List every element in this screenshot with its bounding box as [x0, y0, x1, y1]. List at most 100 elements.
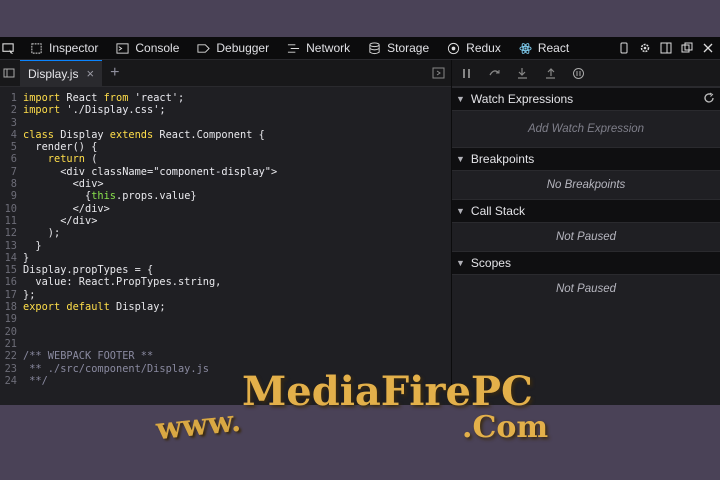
code-token: "component-display": [153, 165, 271, 178]
tab-network[interactable]: Network: [278, 41, 359, 55]
code-token: 'react';: [128, 92, 185, 104]
section-header-watch-expressions[interactable]: ▼ Watch Expressions: [452, 87, 720, 111]
line-number[interactable]: 5: [0, 141, 23, 153]
add-tab-button[interactable]: +: [110, 64, 119, 82]
line-number[interactable]: 11: [0, 215, 23, 227]
tab-label: Debugger: [216, 41, 270, 55]
pause-icon[interactable]: [460, 67, 473, 80]
line-number[interactable]: 15: [0, 264, 23, 276]
code-token: './Display.css';: [60, 104, 166, 117]
section-header-call-stack[interactable]: ▼ Call Stack: [452, 199, 720, 223]
separate-window-icon[interactable]: [681, 42, 693, 54]
section-body: No Breakpoints: [546, 179, 626, 191]
pause-on-exceptions-icon[interactable]: [572, 67, 585, 80]
line-number[interactable]: 21: [0, 338, 23, 350]
line-number[interactable]: 1: [0, 92, 23, 104]
toggle-debug-pane-button[interactable]: [432, 66, 445, 84]
tab-redux[interactable]: Redux: [438, 41, 510, 55]
line-number[interactable]: 3: [0, 117, 23, 129]
debugger-icon: [197, 43, 211, 53]
tab-console[interactable]: Console: [107, 41, 188, 55]
code-line: 21: [0, 338, 451, 350]
code-token: import: [23, 92, 61, 104]
gear-icon[interactable]: [639, 42, 651, 54]
step-over-icon[interactable]: [488, 67, 501, 80]
refresh-icon[interactable]: [703, 92, 715, 104]
code-line: 17};: [0, 289, 451, 301]
line-number[interactable]: 19: [0, 313, 23, 325]
line-number[interactable]: 8: [0, 178, 23, 190]
code-line: 12 );: [0, 227, 451, 239]
code-token: value: React.PropTypes.string,: [23, 276, 222, 289]
code-token: Display.propTypes = {: [23, 264, 154, 277]
expand-arrow-icon: ▼: [456, 94, 465, 104]
code-view[interactable]: 1 import React from 'react'; 2 import './Di…: [0, 87, 451, 387]
close-tab-icon[interactable]: ×: [86, 66, 94, 81]
code-line: 24 **/: [0, 375, 451, 387]
line-number[interactable]: 6: [0, 153, 23, 165]
network-icon: [288, 43, 300, 53]
code-token: React: [60, 92, 104, 104]
element-picker-button[interactable]: [0, 42, 21, 55]
watermark-www: www.: [154, 403, 243, 448]
line-number[interactable]: 14: [0, 252, 23, 264]
section-header-scopes[interactable]: ▼ Scopes: [452, 251, 720, 275]
line-number[interactable]: 7: [0, 166, 23, 178]
line-number[interactable]: 4: [0, 129, 23, 141]
line-number[interactable]: 22: [0, 350, 23, 362]
responsive-design-icon[interactable]: [618, 42, 630, 54]
code-line: 13 }: [0, 240, 451, 252]
console-icon: [116, 42, 129, 54]
editor-file-tab[interactable]: Display.js ×: [20, 60, 103, 86]
tab-debugger[interactable]: Debugger: [188, 41, 278, 55]
close-icon[interactable]: [702, 42, 714, 54]
line-number[interactable]: 24: [0, 375, 23, 387]
storage-icon: [369, 41, 380, 54]
code-line: 3: [0, 117, 451, 129]
code-token: /** WEBPACK FOOTER **: [23, 350, 154, 363]
code-line: 11 </div>: [0, 215, 451, 227]
section-header-breakpoints[interactable]: ▼ Breakpoints: [452, 147, 720, 171]
code-line: 18 export default Display;: [0, 301, 451, 313]
code-token: import: [23, 104, 61, 117]
tab-label: Network: [306, 41, 351, 55]
line-number[interactable]: 20: [0, 326, 23, 338]
line-number[interactable]: 10: [0, 203, 23, 215]
code-token: Display: [54, 128, 110, 141]
step-out-icon[interactable]: [544, 67, 557, 80]
tab-inspector[interactable]: Inspector: [21, 41, 107, 55]
code-line: 1 import React from 'react';: [0, 92, 451, 104]
element-picker-icon: [2, 42, 14, 54]
code-token: **/: [23, 374, 48, 387]
devtools-toolbar: Inspector Console Debugger Network Stora…: [0, 37, 720, 60]
line-number[interactable]: 9: [0, 190, 23, 202]
source-editor: Display.js × + 1 import React from 'react…: [0, 60, 452, 405]
line-number[interactable]: 23: [0, 363, 23, 375]
line-number[interactable]: 16: [0, 276, 23, 288]
section-body[interactable]: Add Watch Expression: [452, 111, 720, 147]
line-number[interactable]: 2: [0, 104, 23, 116]
code-line: 5 render() {: [0, 141, 451, 153]
code-line: 6 return (: [0, 153, 451, 165]
tab-storage[interactable]: Storage: [359, 41, 438, 55]
file-tab-label: Display.js: [28, 66, 79, 81]
section-title: Watch Expressions: [470, 92, 574, 106]
step-in-icon[interactable]: [516, 67, 529, 80]
code-line: 9 {this .props.value}: [0, 190, 451, 202]
code-token: }: [23, 239, 42, 252]
code-line: 8 <div>: [0, 178, 451, 190]
code-token: Display;: [109, 301, 166, 314]
section-body: Not Paused: [555, 283, 617, 295]
code-token: <div className=: [23, 165, 154, 178]
line-number[interactable]: 12: [0, 227, 23, 239]
tab-react[interactable]: React: [510, 41, 578, 55]
tab-label: React: [537, 41, 570, 55]
code-line: 22/** WEBPACK FOOTER **: [0, 350, 451, 362]
code-line: 23 ** ./src/component/Display.js: [0, 363, 451, 375]
line-number[interactable]: 17: [0, 289, 23, 301]
line-number[interactable]: 13: [0, 240, 23, 252]
sources-toggle-button[interactable]: [0, 67, 18, 79]
line-number[interactable]: 18: [0, 301, 23, 313]
dock-side-icon[interactable]: [660, 42, 672, 54]
code-token: .props.value}: [116, 190, 197, 203]
